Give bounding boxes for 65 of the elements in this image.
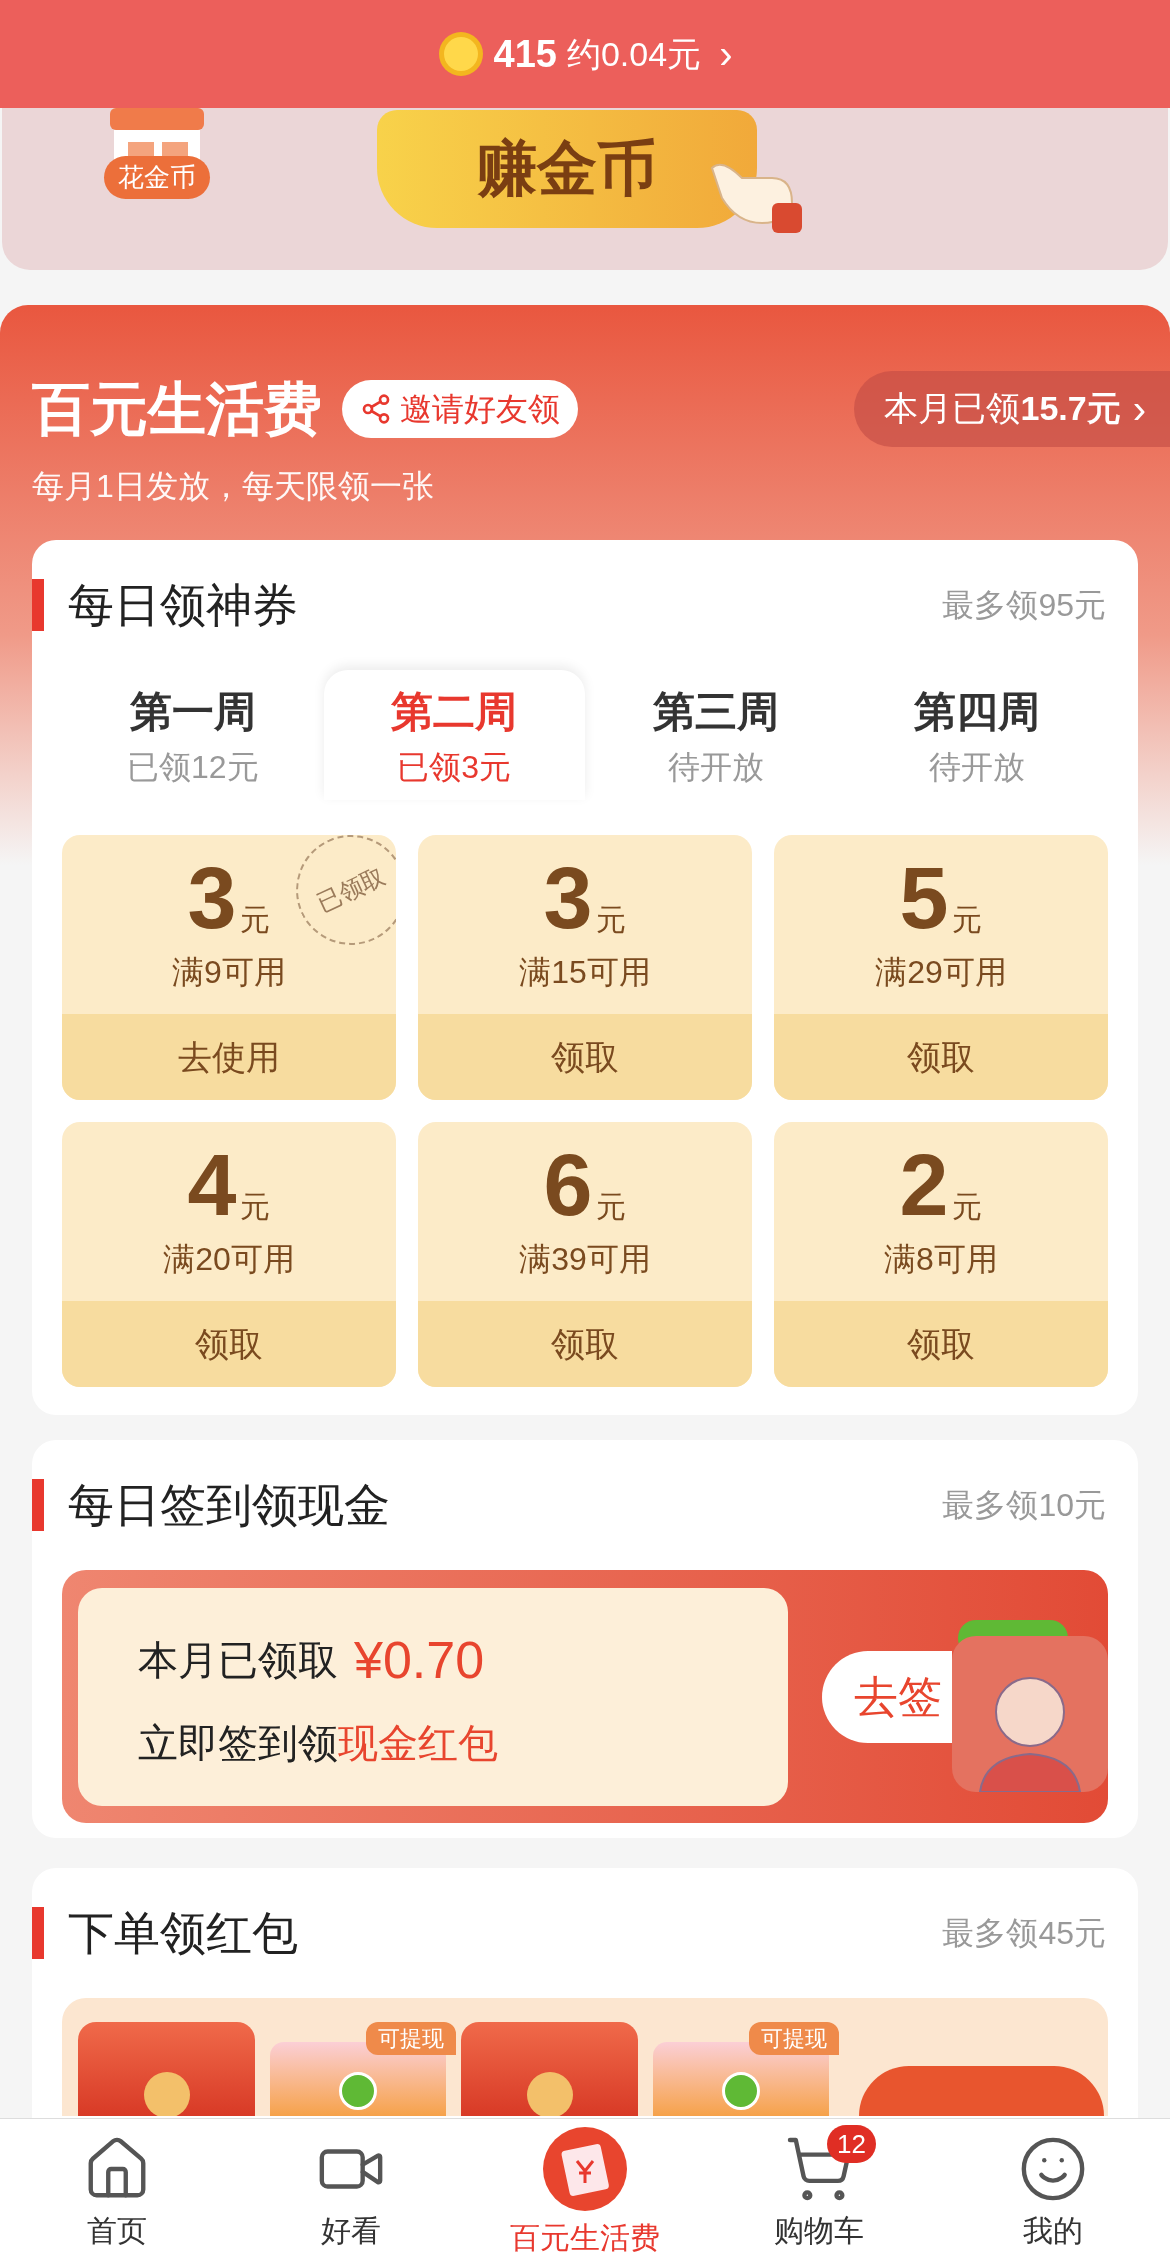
hero-title: 百元生活费 [32,375,322,443]
month-total-text: 本月已领15.7元 [884,388,1121,429]
coupon-amount: 2 [899,1140,949,1229]
envelope-icon [543,2126,627,2211]
coupon-action-button[interactable]: 领取 [418,1301,752,1387]
chevron-icon: › [719,24,733,84]
withdrawable-tag: 可提现 [366,2022,456,2055]
checkin-prompt: 立即签到领现金红包 [138,1719,499,1767]
checkin-button[interactable]: 去签 [822,1650,952,1743]
nav-tab[interactable]: 我的 [936,2119,1170,2267]
week-tab[interactable]: 第一周 已领12元 [62,670,324,800]
earn-coins-button[interactable]: 赚金币 [377,110,757,228]
nav-tab[interactable]: 购物车 12 [702,2119,936,2267]
hero-subtitle: 每月1日发放，每天限领一张 [32,467,435,506]
coupon-unit: 元 [596,1188,627,1225]
nav-tab[interactable]: 首页 [0,2119,234,2267]
coupon-amount: 3 [187,853,237,942]
coupon-condition: 满8可用 [884,1239,998,1279]
coupon-unit: 元 [596,901,627,938]
coin-balance-bar[interactable]: 415 约0.04元 › [0,0,1170,108]
coupon-unit: 元 [952,901,983,938]
coupon-action-button[interactable]: 领取 [774,1014,1108,1100]
coupon-amount: 5 [899,853,949,942]
withdrawable-tag: 可提现 [749,2022,839,2055]
section-title: 下单领红包 [68,1905,298,1961]
max-reward-text: 最多领10元 [942,1486,1106,1525]
week-tab[interactable]: 第三周 待开放 [585,670,847,800]
section-marker [32,1479,44,1531]
invite-friends-button[interactable]: 邀请好友领 [342,379,578,438]
coupon-condition: 满20可用 [163,1239,295,1279]
coupon-condition: 满15可用 [519,952,651,992]
nav-tab[interactable]: 百元生活费 [468,2119,702,2267]
max-reward-text: 最多领45元 [942,1914,1106,1953]
coupon-condition: 满9可用 [172,952,286,992]
coin-count: 415 [493,31,557,77]
coin-icon [437,31,484,77]
chevron-icon: › [1132,378,1146,439]
coupon-action-button[interactable]: 去使用 [62,1014,396,1100]
section-title: 每日领神券 [68,577,298,633]
spend-coins-label[interactable]: 花金币 [104,156,210,199]
week-tab[interactable]: 第二周 已领3元 [323,670,585,800]
coupon-action-button[interactable]: 领取 [62,1301,396,1387]
coupon-action-button[interactable]: 领取 [418,1014,752,1100]
coupon-condition: 满39可用 [519,1239,651,1279]
coupon-unit: 元 [240,901,271,938]
section-marker [32,579,44,631]
assistant-avatar[interactable] [952,1636,1108,1792]
nav-tab[interactable]: 好看 [234,2119,468,2267]
coupon-amount: 4 [187,1140,237,1229]
claimed-label: 本月已领取 [138,1636,338,1684]
section-marker [32,1907,44,1959]
section-title: 每日签到领现金 [68,1477,390,1533]
coupon-condition: 满29可用 [875,952,1007,992]
coupon-amount: 3 [543,853,593,942]
month-total-pill[interactable]: 本月已领15.7元 › [854,370,1170,447]
week-tab[interactable]: 第四周 待开放 [846,670,1108,800]
share-icon [360,392,392,425]
claimed-amount: ¥0.70 [354,1629,485,1691]
cart-count-badge: 12 [827,2125,876,2163]
coupon-unit: 元 [952,1188,983,1225]
coupon-unit: 元 [240,1188,271,1225]
coin-value-text: 约0.04元 [566,33,702,75]
coupon-amount: 6 [543,1140,593,1229]
max-reward-text: 最多领95元 [942,586,1106,625]
coupon-action-button[interactable]: 领取 [774,1301,1108,1387]
